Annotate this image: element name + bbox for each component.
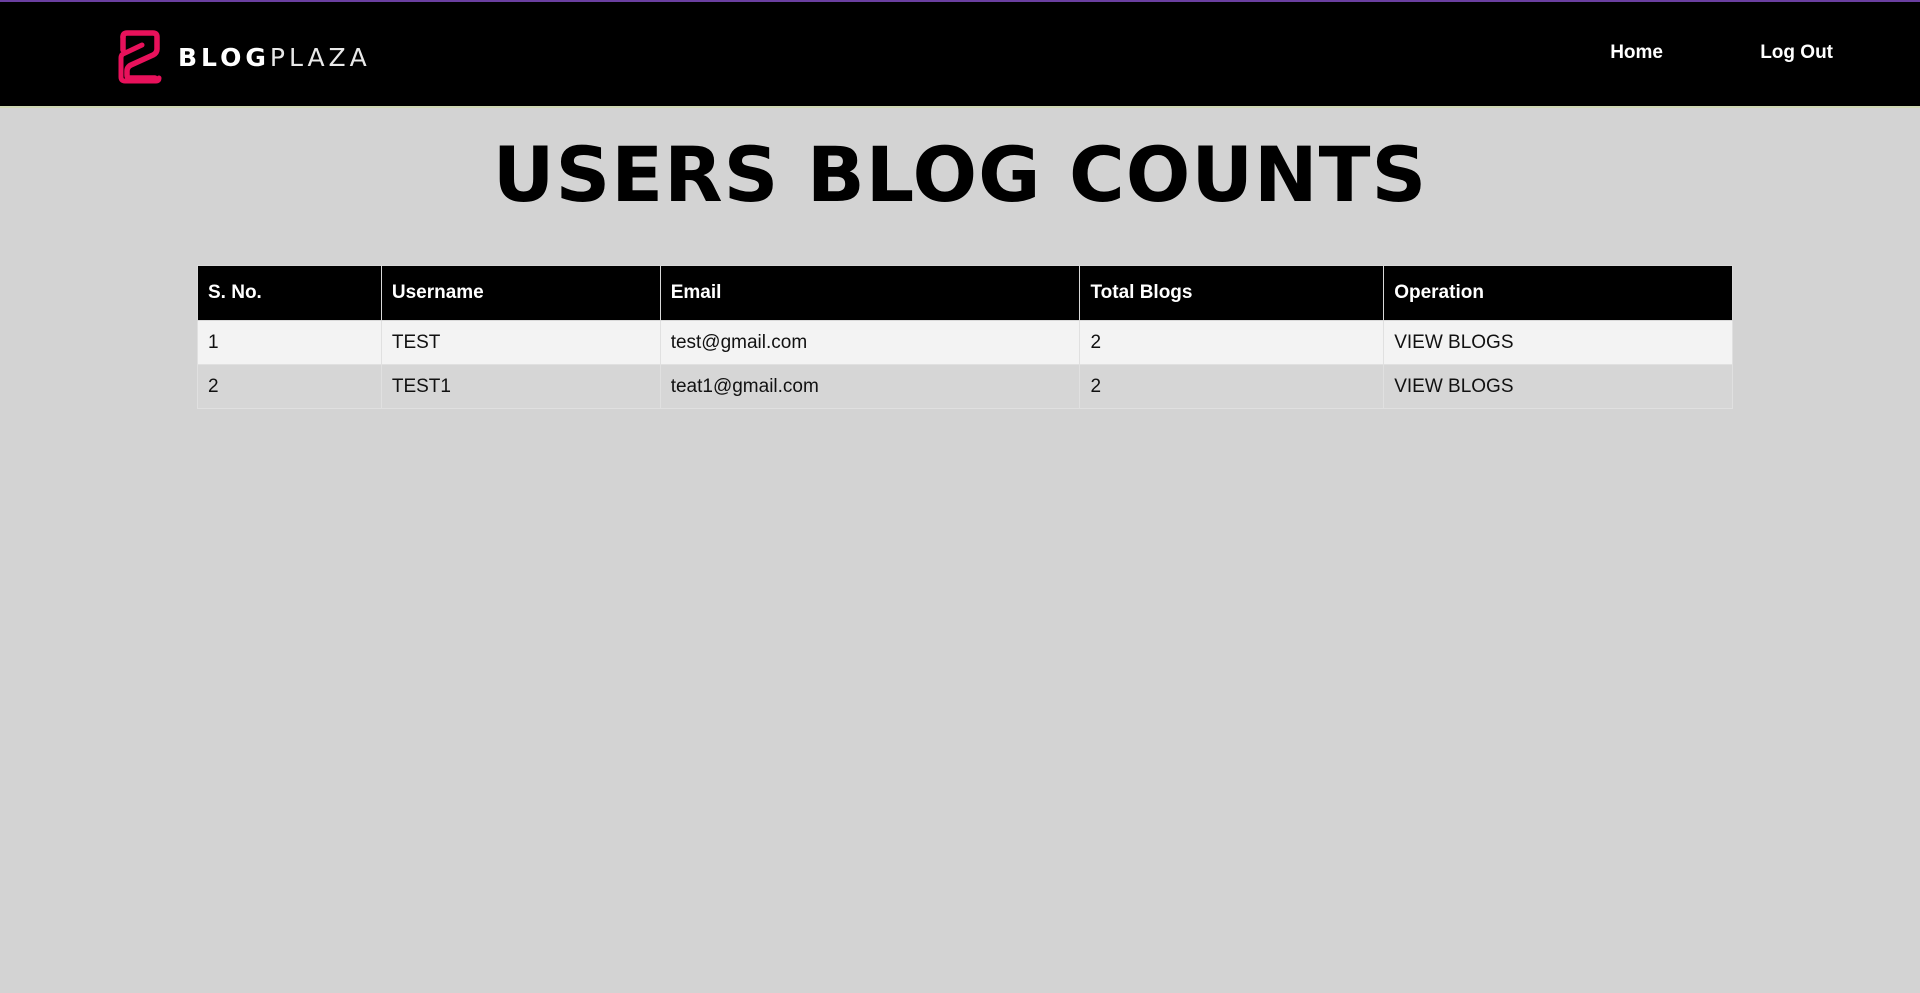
cell-sno: 2 [197, 364, 382, 409]
cell-operation: VIEW BLOGS [1383, 320, 1733, 365]
view-blogs-link[interactable]: VIEW BLOGS [1394, 332, 1513, 353]
cell-operation: VIEW BLOGS [1383, 364, 1733, 409]
brand-name-light: PLAZA [269, 42, 371, 72]
cell-email: teat1@gmail.com [659, 364, 1081, 409]
cell-username: TEST [380, 320, 661, 365]
column-header-total-blogs: Total Blogs [1079, 265, 1385, 321]
view-blogs-link[interactable]: VIEW BLOGS [1394, 376, 1513, 397]
page-title: USERS BLOG COUNTS [492, 130, 1428, 219]
cell-email: test@gmail.com [659, 320, 1081, 365]
column-header-operation: Operation [1383, 265, 1733, 321]
column-header-sno: S. No. [197, 265, 382, 321]
cell-total-blogs: 2 [1079, 320, 1385, 365]
cell-sno: 1 [197, 320, 382, 365]
nav-home-link[interactable]: Home [1610, 42, 1663, 64]
cell-total-blogs: 2 [1079, 364, 1385, 409]
users-blog-table: S. No. Username Email Total Blogs Operat… [197, 265, 1733, 409]
brand-name-bold: BLOG [178, 42, 270, 72]
table-row: 1 TEST test@gmail.com 2 VIEW BLOGS [197, 320, 1733, 365]
cell-username: TEST1 [380, 364, 661, 409]
column-header-email: Email [659, 265, 1081, 321]
blogplaza-logo-icon [118, 30, 162, 84]
brand-name: BLOGPLAZA [178, 43, 371, 72]
column-header-username: Username [380, 265, 661, 321]
table-header-row: S. No. Username Email Total Blogs Operat… [197, 265, 1733, 321]
nav-logout-link[interactable]: Log Out [1760, 42, 1833, 64]
navbar: BLOGPLAZA Home Log Out [0, 2, 1920, 108]
table-row: 2 TEST1 teat1@gmail.com 2 VIEW BLOGS [197, 364, 1733, 409]
brand-logo[interactable]: BLOGPLAZA [118, 30, 371, 84]
